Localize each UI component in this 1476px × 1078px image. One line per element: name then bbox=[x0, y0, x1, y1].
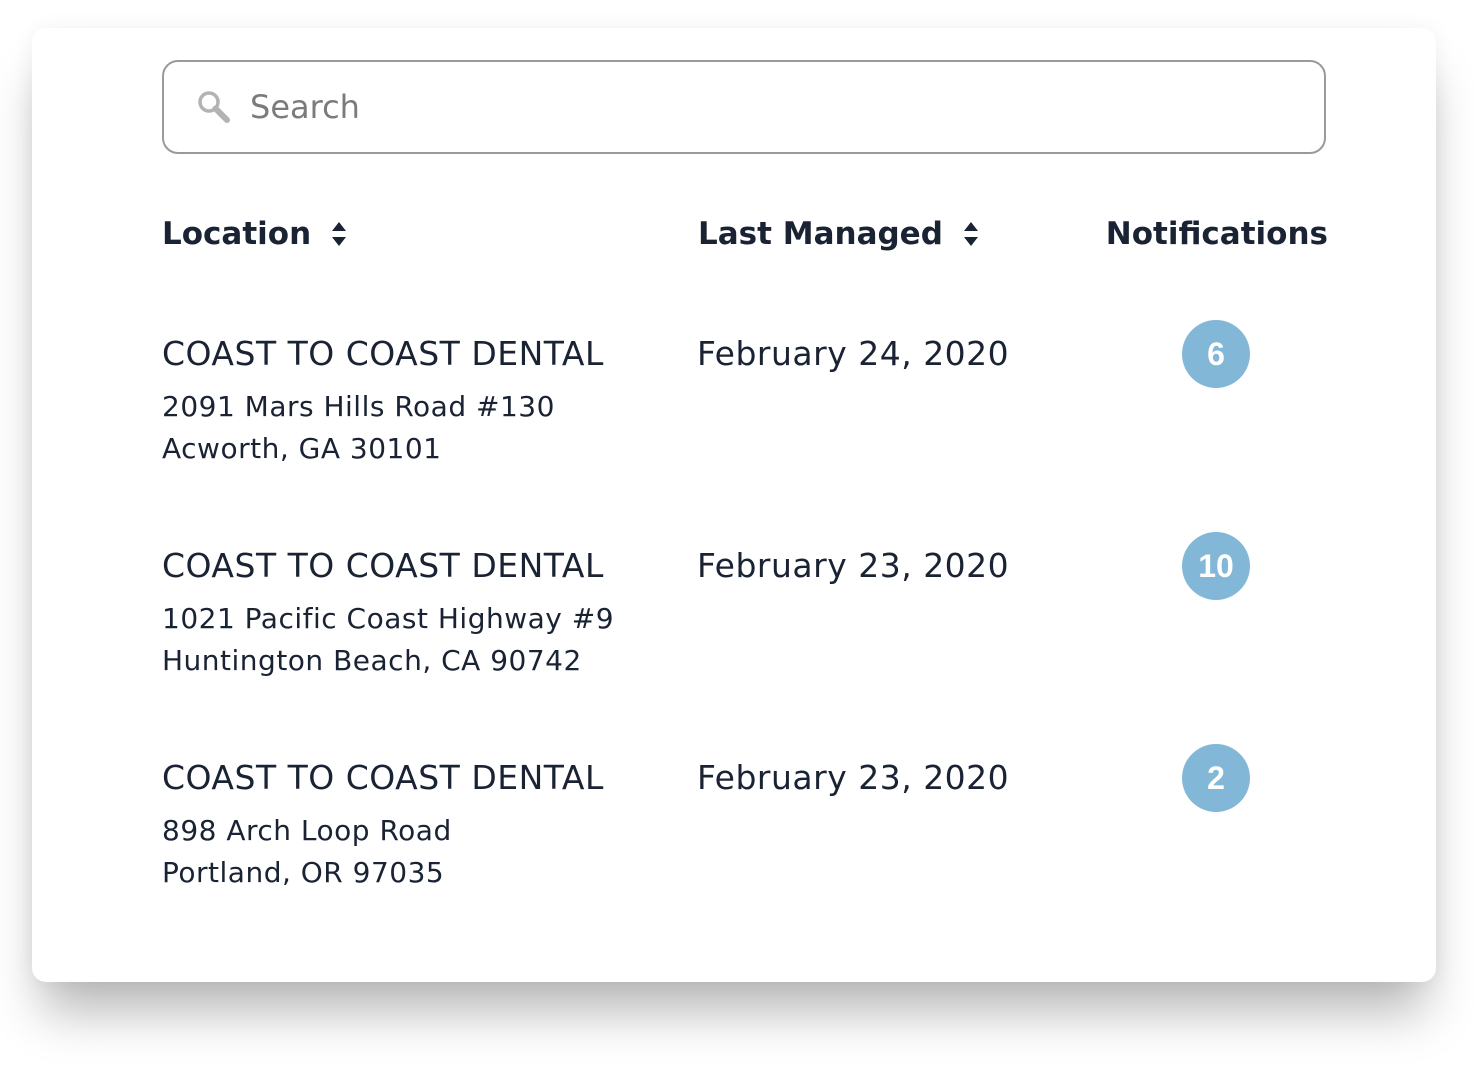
location-name: COAST TO COAST DENTAL bbox=[162, 758, 604, 797]
notification-badge[interactable]: 2 bbox=[1182, 744, 1250, 812]
location-address-line2: Acworth, GA 30101 bbox=[162, 432, 442, 465]
page: Location Last Managed No bbox=[0, 0, 1476, 1078]
column-header-location[interactable]: Location bbox=[162, 214, 347, 254]
location-address-line2: Huntington Beach, CA 90742 bbox=[162, 644, 582, 677]
search-input[interactable] bbox=[250, 77, 1250, 137]
column-header-label: Last Managed bbox=[698, 216, 943, 252]
sort-icon[interactable] bbox=[331, 220, 347, 248]
table-header: Location Last Managed Notifications bbox=[162, 214, 1328, 254]
location-address-line1: 1021 Pacific Coast Highway #9 bbox=[162, 602, 615, 635]
column-header-notifications: Notifications bbox=[1106, 214, 1328, 254]
column-header-last-managed[interactable]: Last Managed bbox=[698, 214, 979, 254]
table-row[interactable]: COAST TO COAST DENTAL 1021 Pacific Coast… bbox=[162, 532, 1328, 716]
notification-badge[interactable]: 10 bbox=[1182, 532, 1250, 600]
last-managed-date: February 23, 2020 bbox=[697, 758, 1010, 797]
column-header-label: Location bbox=[162, 216, 312, 252]
location-address-line1: 898 Arch Loop Road bbox=[162, 814, 452, 847]
location-name: COAST TO COAST DENTAL bbox=[162, 334, 604, 373]
last-managed-date: February 23, 2020 bbox=[697, 546, 1010, 585]
search-box[interactable] bbox=[162, 60, 1326, 154]
locations-card: Location Last Managed No bbox=[32, 28, 1436, 982]
table-row[interactable]: COAST TO COAST DENTAL 2091 Mars Hills Ro… bbox=[162, 320, 1328, 504]
location-address-line1: 2091 Mars Hills Road #130 bbox=[162, 390, 555, 423]
last-managed-date: February 24, 2020 bbox=[697, 334, 1010, 373]
column-header-label: Notifications bbox=[1105, 216, 1328, 252]
search-icon bbox=[194, 87, 234, 127]
notification-badge[interactable]: 6 bbox=[1182, 320, 1250, 388]
table-row[interactable]: COAST TO COAST DENTAL 898 Arch Loop Road… bbox=[162, 744, 1328, 928]
location-name: COAST TO COAST DENTAL bbox=[162, 546, 604, 585]
sort-icon[interactable] bbox=[963, 220, 979, 248]
location-address-line2: Portland, OR 97035 bbox=[162, 856, 445, 889]
